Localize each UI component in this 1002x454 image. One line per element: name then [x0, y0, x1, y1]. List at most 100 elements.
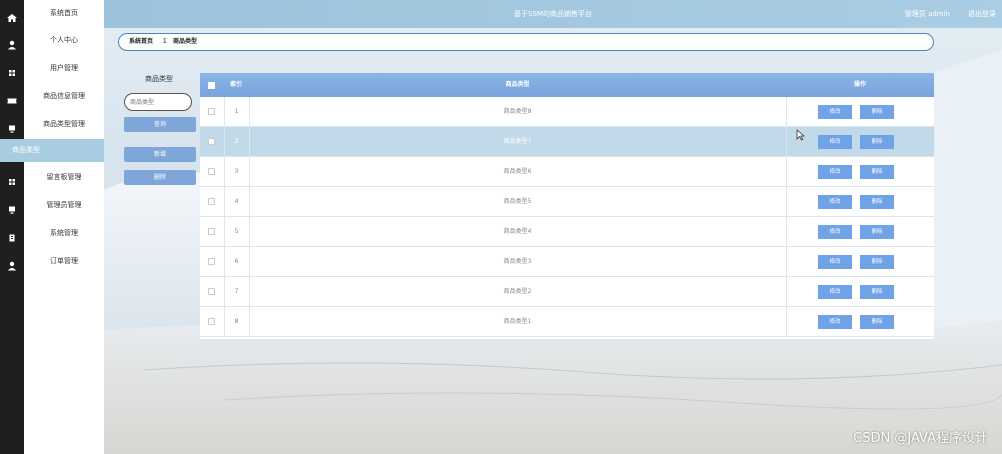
- monitor-icon: [6, 119, 18, 133]
- search-label: 商品类型: [145, 75, 173, 83]
- edit-button[interactable]: 修改: [818, 165, 852, 179]
- row-type: 商品类型1: [503, 318, 532, 325]
- logout-link[interactable]: 退出登录: [968, 0, 996, 28]
- breadcrumb-home[interactable]: 系统首页: [129, 34, 153, 50]
- row-checkbox[interactable]: [208, 228, 215, 235]
- row-checkbox[interactable]: [208, 108, 215, 115]
- product-type-search-input[interactable]: [124, 93, 192, 111]
- delete-button[interactable]: 删除: [860, 315, 894, 329]
- table-header: 索引 商品类型 操作: [200, 73, 934, 97]
- sidebar-item-label: 留言板管理: [46, 173, 82, 181]
- monitor-icon: [6, 200, 18, 214]
- edit-button[interactable]: 修改: [818, 195, 852, 209]
- sidebar-item-label: 个人中心: [50, 36, 78, 44]
- user-icon: [6, 256, 18, 271]
- sidebar-item-product-type[interactable]: 商品类型管理: [0, 111, 104, 137]
- row-index: 6: [234, 258, 239, 265]
- home-icon: [6, 8, 18, 22]
- sidebar-item-label: 用户管理: [50, 64, 78, 72]
- breadcrumb-separator: Σ: [163, 38, 167, 45]
- column-divider: [786, 247, 787, 277]
- row-index: 2: [234, 138, 239, 145]
- sidebar-item-label: 订单管理: [50, 257, 78, 265]
- edit-button[interactable]: 修改: [818, 225, 852, 239]
- column-divider: [786, 307, 787, 337]
- row-index: 8: [234, 318, 239, 325]
- table-row[interactable]: 6 商品类型3 修改 删除: [200, 247, 934, 277]
- user-icon: [6, 35, 18, 50]
- table-row[interactable]: 4 商品类型5 修改 删除: [200, 187, 934, 217]
- breadcrumb: 系统首页 Σ 商品类型: [118, 33, 934, 51]
- row-type: 商品类型4: [503, 228, 532, 235]
- select-all-checkbox[interactable]: [208, 82, 215, 89]
- grid-icon: [6, 63, 18, 76]
- edit-button[interactable]: 修改: [818, 315, 852, 329]
- edit-button[interactable]: 修改: [818, 285, 852, 299]
- delete-button[interactable]: 删除: [860, 255, 894, 269]
- table-row[interactable]: 1 商品类型8 修改 删除: [200, 97, 934, 127]
- table-row[interactable]: 3 商品类型6 修改 删除: [200, 157, 934, 187]
- row-index: 4: [234, 198, 239, 205]
- delete-button[interactable]: 删除: [860, 225, 894, 239]
- sidebar-subitem-label: 商品类型: [12, 146, 40, 154]
- clipboard-icon: [6, 228, 18, 242]
- delete-button[interactable]: 删除: [860, 105, 894, 119]
- row-type: 商品类型8: [503, 108, 532, 115]
- edit-button[interactable]: 修改: [818, 105, 852, 119]
- row-type: 商品类型7: [503, 138, 532, 145]
- column-divider: [786, 97, 787, 127]
- row-index: 1: [234, 108, 239, 115]
- main-area: 基于SSM的商品销售平台 管理员 admin 退出登录 系统首页 Σ 商品类型 …: [104, 0, 1002, 454]
- sidebar: 系统首页 个人中心 用户管理 商品信息管理 商品类型管理 商品类型 留言板管理 …: [0, 0, 104, 454]
- header-type: 商品类型: [505, 81, 530, 88]
- add-button[interactable]: 新增: [124, 147, 196, 162]
- row-type: 商品类型2: [503, 288, 532, 295]
- delete-button[interactable]: 删除: [860, 195, 894, 209]
- current-user-label: 管理员 admin: [904, 10, 950, 18]
- table-row[interactable]: 7 商品类型2 修改 删除: [200, 277, 934, 307]
- column-divider: [786, 127, 787, 157]
- edit-button[interactable]: 修改: [818, 255, 852, 269]
- column-divider: [786, 157, 787, 187]
- column-divider: [786, 277, 787, 307]
- header-index: 索引: [229, 81, 242, 88]
- row-checkbox[interactable]: [208, 198, 215, 205]
- sidebar-item-profile[interactable]: 个人中心: [0, 27, 104, 53]
- sidebar-item-label: 管理员管理: [46, 201, 82, 209]
- sidebar-item-system[interactable]: 系统管理: [0, 220, 104, 246]
- row-checkbox[interactable]: [208, 288, 215, 295]
- row-index: 3: [234, 168, 239, 175]
- sidebar-item-label: 系统首页: [50, 9, 78, 17]
- table-row[interactable]: 8 商品类型1 修改 删除: [200, 307, 934, 337]
- row-type: 商品类型3: [503, 258, 532, 265]
- ticket-icon: [6, 91, 18, 104]
- delete-button[interactable]: 删除: [860, 285, 894, 299]
- sidebar-item-users[interactable]: 用户管理: [0, 55, 104, 81]
- row-checkbox[interactable]: [208, 258, 215, 265]
- table-row[interactable]: 5 商品类型4 修改 删除: [200, 217, 934, 247]
- row-checkbox[interactable]: [208, 318, 215, 325]
- batch-delete-button[interactable]: 删除: [124, 170, 196, 185]
- top-bar: 基于SSM的商品销售平台 管理员 admin 退出登录: [104, 0, 1002, 28]
- watermark: CSDN @JAVA程序设计: [853, 431, 988, 446]
- breadcrumb-current: 商品类型: [173, 38, 198, 45]
- sidebar-item-messages[interactable]: 留言板管理: [0, 164, 104, 190]
- sidebar-subitem-product-type[interactable]: 商品类型: [0, 139, 104, 162]
- app-root: 系统首页 个人中心 用户管理 商品信息管理 商品类型管理 商品类型 留言板管理 …: [0, 0, 1002, 454]
- app-title: 基于SSM的商品销售平台: [514, 10, 592, 18]
- edit-button[interactable]: 修改: [818, 135, 852, 149]
- delete-button[interactable]: 删除: [860, 135, 894, 149]
- sidebar-item-product-info[interactable]: 商品信息管理: [0, 83, 104, 109]
- table-row[interactable]: 2 商品类型7 修改 删除: [200, 127, 934, 157]
- column-divider: [786, 217, 787, 247]
- sidebar-item-label: 商品类型管理: [43, 120, 85, 128]
- column-divider: [786, 187, 787, 217]
- sidebar-item-orders[interactable]: 订单管理: [0, 248, 104, 274]
- row-checkbox[interactable]: [208, 138, 215, 145]
- row-checkbox[interactable]: [208, 168, 215, 175]
- sidebar-item-home[interactable]: 系统首页: [0, 0, 104, 26]
- query-button[interactable]: 查询: [124, 117, 196, 132]
- sidebar-item-admins[interactable]: 管理员管理: [0, 192, 104, 218]
- delete-button[interactable]: 删除: [860, 165, 894, 179]
- grid-icon: [6, 172, 18, 185]
